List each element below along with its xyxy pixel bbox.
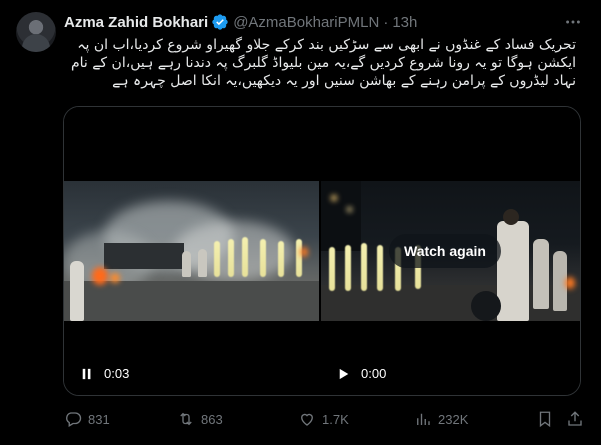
video-timestamp-right: 0:00 — [361, 366, 387, 381]
author-name[interactable]: Azma Zahid Bokhari — [64, 14, 208, 31]
video-player-right[interactable]: Watch again 0:00 — [321, 107, 580, 395]
author-avatar[interactable] — [16, 12, 56, 52]
pause-icon[interactable] — [80, 367, 94, 381]
views-count: 232K — [438, 411, 469, 427]
more-options-icon[interactable] — [563, 12, 583, 32]
like-count: 1.7K — [322, 411, 349, 427]
reply-button[interactable]: 831 — [64, 410, 110, 428]
repost-count: 863 — [201, 411, 223, 427]
views-chart-icon — [417, 413, 430, 425]
video-timestamp-left: 0:03 — [104, 366, 130, 381]
video-controls-right: 0:00 — [337, 366, 386, 381]
bookmark-button[interactable] — [536, 410, 554, 428]
video-controls-left: 0:03 — [80, 366, 129, 381]
video-player-left[interactable]: 0:03 — [64, 107, 321, 395]
tweet-actions-bar: 831 863 1.7K 232K — [64, 410, 588, 430]
play-icon[interactable] — [337, 367, 351, 381]
repost-icon — [180, 412, 192, 426]
reply-icon — [66, 412, 82, 427]
bookmark-icon — [539, 411, 551, 428]
tweet-text: تحریک فساد کے غنڈوں نے ابھی سے سڑکیں بند… — [70, 37, 576, 89]
media-container: 0:03 Watch again 0:00 — [63, 106, 581, 396]
repost-button[interactable]: 863 — [177, 410, 223, 428]
share-icon — [568, 411, 582, 426]
heart-icon — [301, 413, 313, 426]
author-handle[interactable]: @AzmaBokhariPMLN — [233, 14, 379, 31]
views-button[interactable]: 232K — [414, 410, 468, 428]
tweet-timestamp[interactable]: 13h — [392, 14, 417, 31]
tweet-header: Azma Zahid Bokhari @AzmaBokhariPMLN · 13… — [64, 12, 417, 32]
like-button[interactable]: 1.7K — [298, 410, 349, 428]
video-frame-left — [64, 181, 319, 321]
verified-badge-icon[interactable] — [211, 13, 229, 31]
reply-count: 831 — [88, 411, 110, 427]
watch-again-button[interactable]: Watch again — [389, 234, 501, 268]
share-button[interactable] — [566, 410, 584, 428]
separator-dot: · — [383, 13, 389, 31]
